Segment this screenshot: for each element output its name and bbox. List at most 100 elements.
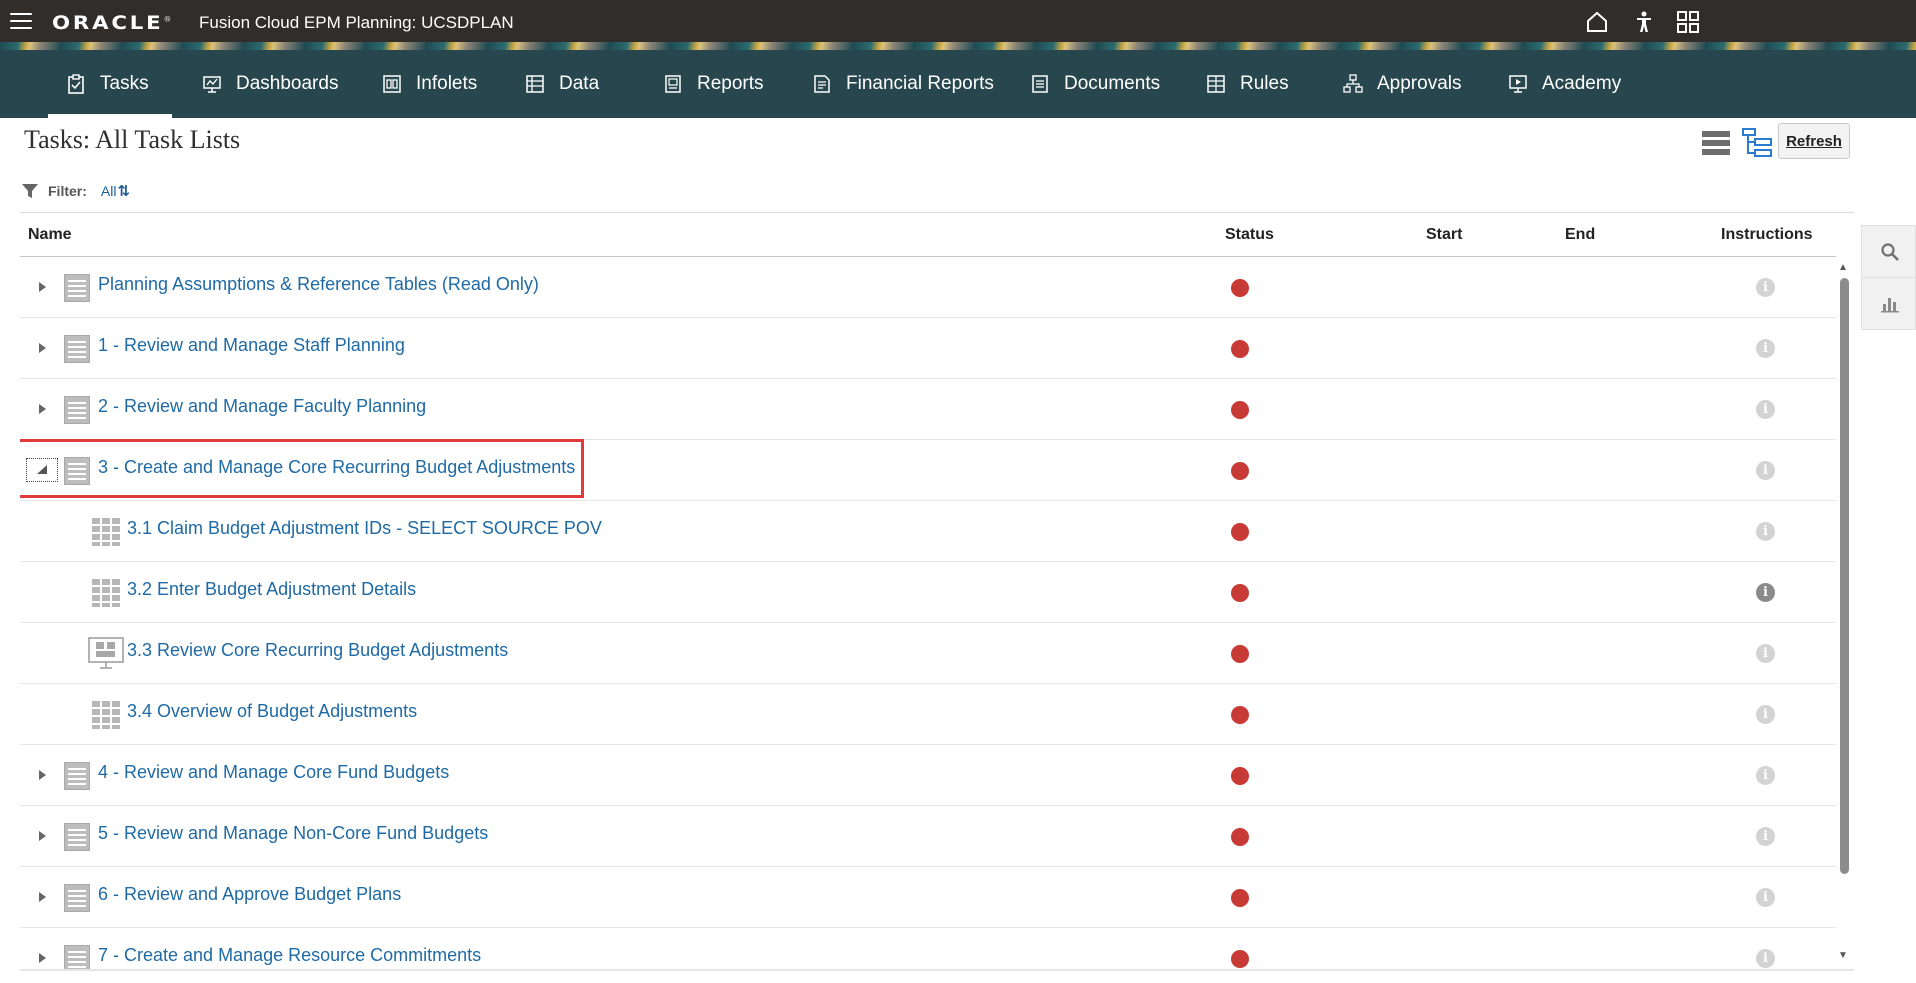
table-row[interactable]: 3.2 Enter Budget Adjustment Details i	[20, 562, 1836, 623]
table-row[interactable]: 7 - Create and Manage Resource Commitmen…	[20, 928, 1836, 969]
column-header-name[interactable]: Name	[28, 226, 72, 244]
tree-view-icon[interactable]	[1742, 128, 1772, 158]
scroll-up-arrow-icon[interactable]: ▲	[1838, 262, 1848, 273]
swap-arrows-icon[interactable]: ⇅	[117, 182, 130, 200]
task-list-link[interactable]: 2 - Review and Manage Faculty Planning	[98, 396, 426, 417]
scrollbar-thumb[interactable]	[1840, 278, 1849, 874]
side-panel	[1861, 225, 1916, 330]
status-indicator	[1231, 462, 1249, 480]
info-icon[interactable]: i	[1756, 705, 1775, 724]
task-list-icon	[64, 457, 90, 490]
task-link[interactable]: 3.3 Review Core Recurring Budget Adjustm…	[127, 640, 508, 661]
navigator-grid-icon[interactable]	[1676, 10, 1700, 34]
nav-tab-reports[interactable]: Reports	[663, 50, 764, 118]
nav-tab-dashboards[interactable]: Dashboards	[202, 50, 338, 118]
info-icon[interactable]: i	[1756, 522, 1775, 541]
search-icon	[1880, 242, 1899, 261]
expand-triangle-icon[interactable]	[36, 279, 48, 295]
infolets-icon	[383, 75, 401, 93]
table-row[interactable]: Planning Assumptions & Reference Tables …	[20, 257, 1836, 318]
nav-tab-label: Infolets	[416, 73, 478, 94]
table-row[interactable]: 2 - Review and Manage Faculty Planning i	[20, 379, 1836, 440]
chart-icon	[1880, 298, 1899, 313]
task-list-link[interactable]: 4 - Review and Manage Core Fund Budgets	[98, 762, 449, 783]
table-row[interactable]: 3.4 Overview of Budget Adjustments i	[20, 684, 1836, 745]
info-icon[interactable]: i	[1756, 766, 1775, 785]
nav-tab-data[interactable]: Data	[525, 50, 599, 118]
task-link[interactable]: 3.4 Overview of Budget Adjustments	[127, 701, 417, 722]
dashboard-task-icon	[88, 637, 124, 674]
nav-tab-financial-reports[interactable]: Financial Reports	[812, 50, 994, 118]
info-icon[interactable]: i	[1756, 949, 1775, 968]
search-button[interactable]	[1862, 226, 1916, 278]
reports-icon	[665, 75, 681, 93]
nav-tab-documents[interactable]: Documents	[1030, 50, 1160, 118]
academy-icon	[1509, 75, 1527, 93]
main-nav: Tasks Dashboards Infolets Data Reports F…	[0, 50, 1916, 118]
flat-view-icon[interactable]	[1701, 128, 1731, 158]
nav-tab-academy[interactable]: Academy	[1508, 50, 1621, 118]
expand-triangle-icon[interactable]	[36, 889, 48, 905]
task-list-link[interactable]: 7 - Create and Manage Resource Commitmen…	[98, 945, 481, 966]
refresh-button[interactable]: Refresh	[1778, 123, 1850, 159]
rules-icon	[1207, 75, 1225, 93]
expand-triangle-icon[interactable]	[36, 767, 48, 783]
expand-triangle-icon[interactable]	[36, 950, 48, 966]
menu-icon[interactable]	[10, 13, 32, 29]
info-icon[interactable]: i	[1756, 339, 1775, 358]
scroll-down-arrow-icon[interactable]: ▼	[1838, 950, 1848, 961]
nav-tab-tasks[interactable]: Tasks	[66, 50, 149, 118]
info-icon[interactable]: i	[1756, 278, 1775, 297]
info-icon[interactable]: i	[1756, 583, 1775, 602]
oracle-logo: ORACLE®	[52, 12, 172, 34]
chart-button[interactable]	[1862, 278, 1916, 330]
nav-tab-infolets[interactable]: Infolets	[382, 50, 477, 118]
task-list-icon	[64, 823, 90, 856]
info-icon[interactable]: i	[1756, 461, 1775, 480]
nav-tab-label: Tasks	[100, 73, 149, 94]
home-icon[interactable]	[1585, 10, 1609, 34]
nav-tab-approvals[interactable]: Approvals	[1343, 50, 1462, 118]
task-list-link[interactable]: 5 - Review and Manage Non-Core Fund Budg…	[98, 823, 488, 844]
collapse-triangle-icon[interactable]	[36, 462, 48, 478]
filter-bar: Filter: All ⇅	[22, 180, 130, 202]
task-list-link[interactable]: 1 - Review and Manage Staff Planning	[98, 335, 405, 356]
table-row[interactable]: 3.1 Claim Budget Adjustment IDs - SELECT…	[20, 501, 1836, 562]
expand-triangle-icon[interactable]	[36, 340, 48, 356]
task-list-link[interactable]: 6 - Review and Approve Budget Plans	[98, 884, 401, 905]
info-icon[interactable]: i	[1756, 888, 1775, 907]
nav-tab-label: Documents	[1064, 73, 1161, 94]
table-row[interactable]: 5 - Review and Manage Non-Core Fund Budg…	[20, 806, 1836, 867]
divider	[20, 969, 1854, 971]
table-row[interactable]: 4 - Review and Manage Core Fund Budgets i	[20, 745, 1836, 806]
expand-triangle-icon[interactable]	[36, 401, 48, 417]
table-row[interactable]: 3.3 Review Core Recurring Budget Adjustm…	[20, 623, 1836, 684]
nav-tab-label: Dashboards	[236, 73, 339, 94]
clipboard-icon	[68, 74, 84, 94]
column-header-status[interactable]: Status	[1225, 226, 1274, 244]
approvals-icon	[1343, 74, 1363, 93]
form-task-icon	[92, 701, 122, 734]
task-link[interactable]: 3.1 Claim Budget Adjustment IDs - SELECT…	[127, 518, 602, 539]
info-icon[interactable]: i	[1756, 827, 1775, 846]
app-title: Fusion Cloud EPM Planning: UCSDPLAN	[199, 13, 514, 32]
column-header-instructions[interactable]: Instructions	[1721, 226, 1813, 244]
filter-value-link[interactable]: All	[101, 183, 117, 199]
decorative-banner	[0, 42, 1916, 50]
info-icon[interactable]: i	[1756, 400, 1775, 419]
nav-tab-rules[interactable]: Rules	[1206, 50, 1289, 118]
info-icon[interactable]: i	[1756, 644, 1775, 663]
column-header-start[interactable]: Start	[1426, 226, 1462, 244]
accessibility-icon[interactable]	[1632, 10, 1656, 34]
nav-tab-label: Approvals	[1377, 73, 1462, 94]
expand-triangle-icon[interactable]	[36, 828, 48, 844]
status-indicator	[1231, 401, 1249, 419]
table-row[interactable]: 1 - Review and Manage Staff Planning i	[20, 318, 1836, 379]
table-row[interactable]: 3 - Create and Manage Core Recurring Bud…	[20, 439, 1836, 501]
task-list-link[interactable]: 3 - Create and Manage Core Recurring Bud…	[98, 457, 575, 478]
task-link[interactable]: 3.2 Enter Budget Adjustment Details	[127, 579, 416, 600]
table-row[interactable]: 6 - Review and Approve Budget Plans i	[20, 867, 1836, 928]
task-list-link[interactable]: Planning Assumptions & Reference Tables …	[98, 274, 539, 295]
nav-tab-label: Rules	[1240, 73, 1289, 94]
column-header-end[interactable]: End	[1565, 226, 1595, 244]
